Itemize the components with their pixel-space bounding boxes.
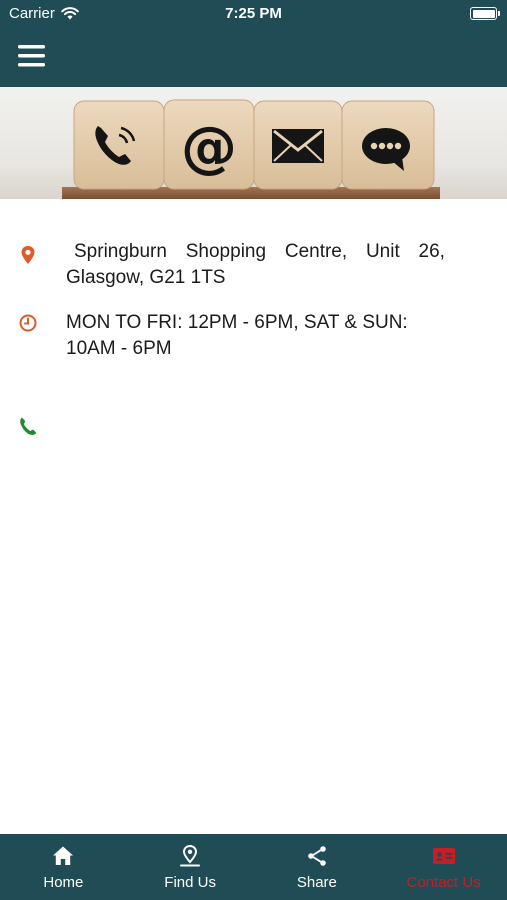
- address-line-1: Springburn Shopping Centre, Unit 26,: [66, 239, 445, 265]
- tab-find-us[interactable]: Find Us: [127, 834, 254, 900]
- address-line-2: Glasgow, G21 1TS: [66, 267, 226, 288]
- hamburger-icon[interactable]: [18, 44, 46, 68]
- tab-home[interactable]: Home: [0, 834, 127, 900]
- bottom-tab-bar: Home Find Us Share Contact Us: [0, 834, 507, 900]
- contact-dice-image: @: [62, 99, 440, 199]
- app-header: Carrier 7:25 PM: [0, 0, 507, 87]
- address-word: Springburn: [74, 241, 167, 262]
- phone-icon[interactable]: [18, 416, 38, 436]
- address-word: Centre,: [284, 241, 348, 262]
- hours-line-2: 10AM - 6PM: [66, 338, 172, 359]
- home-icon: [53, 846, 74, 865]
- at-icon: @: [181, 115, 237, 180]
- clock-icon: [19, 314, 37, 332]
- address-word: Unit: [365, 241, 400, 262]
- address-text: Springburn Shopping Centre, Unit 26, Gla…: [66, 239, 445, 291]
- address-word: 26,: [418, 241, 445, 262]
- address-word: Shopping: [185, 241, 267, 262]
- tab-label: Contact Us: [406, 874, 481, 891]
- map-pin-icon: [180, 844, 201, 867]
- status-time: 7:25 PM: [225, 5, 282, 22]
- battery-icon: [470, 7, 500, 20]
- envelope-icon: [272, 129, 324, 163]
- tab-share[interactable]: Share: [254, 834, 381, 900]
- tab-contact-us[interactable]: Contact Us: [380, 834, 507, 900]
- tab-label: Home: [43, 874, 84, 891]
- hero-banner: @: [0, 87, 507, 199]
- status-bar: Carrier 7:25 PM: [0, 0, 507, 30]
- hours-line-1: MON TO FRI: 12PM - 6PM, SAT & SUN:: [66, 312, 408, 333]
- hours-text: MON TO FRI: 12PM - 6PM, SAT & SUN: 10AM …: [66, 310, 445, 362]
- tab-label: Find Us: [164, 874, 216, 891]
- tab-label: Share: [296, 874, 337, 891]
- location-pin-icon: [21, 246, 35, 264]
- contact-card-icon: [432, 848, 455, 864]
- share-icon: [308, 846, 326, 866]
